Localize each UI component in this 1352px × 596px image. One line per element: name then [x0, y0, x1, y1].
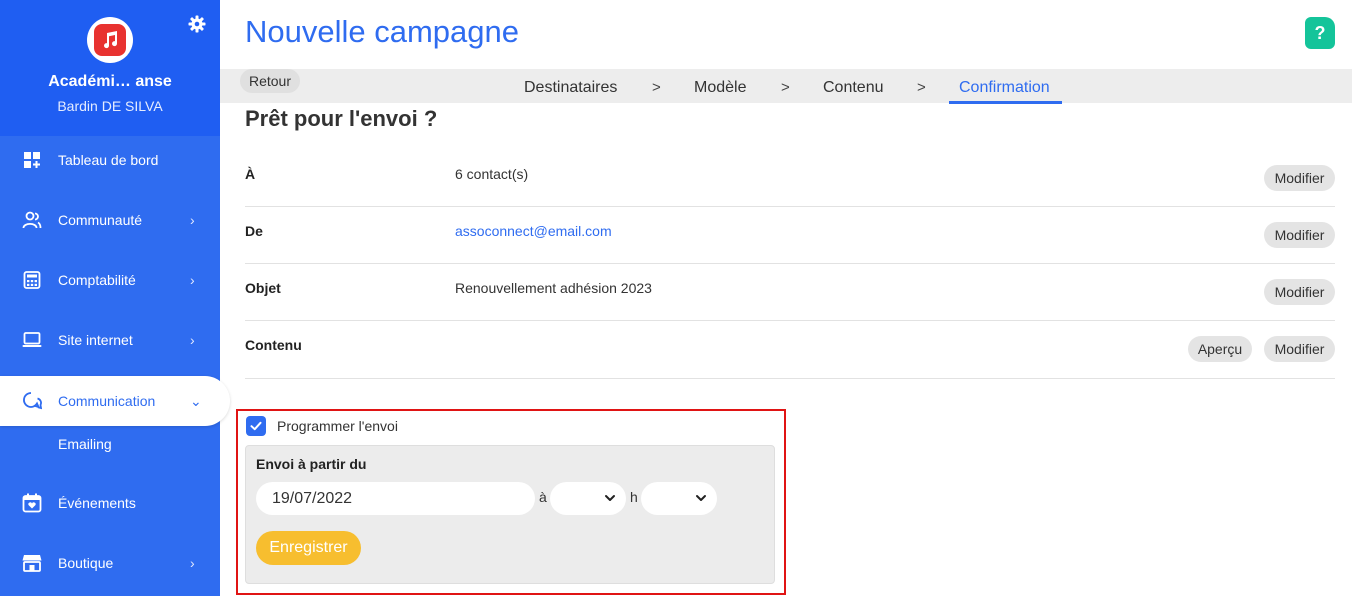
- modify-subject-button[interactable]: Modifier: [1264, 279, 1335, 305]
- app: Académi… anse Bardin DE SILVA Tableau de…: [0, 0, 1352, 596]
- sidebar-header: Académi… anse Bardin DE SILVA: [0, 0, 220, 136]
- step-recipients[interactable]: Destinataires: [524, 79, 617, 97]
- sidebar-item-label: Boutique: [58, 555, 114, 571]
- step-confirmation[interactable]: Confirmation: [959, 79, 1050, 97]
- sidebar-item-website[interactable]: Site internet ›: [0, 312, 220, 368]
- chevron-right-icon: ›: [190, 212, 195, 228]
- step-template[interactable]: Modèle: [694, 79, 746, 97]
- back-button[interactable]: Retour: [240, 69, 300, 93]
- schedule-checkbox[interactable]: [246, 416, 266, 436]
- step-separator: >: [781, 79, 790, 96]
- step-content[interactable]: Contenu: [823, 79, 884, 97]
- sidebar: Académi… anse Bardin DE SILVA Tableau de…: [0, 0, 230, 596]
- help-button[interactable]: ?: [1305, 17, 1335, 49]
- calendar-icon: [22, 493, 42, 513]
- user-name: Bardin DE SILVA: [57, 98, 163, 114]
- row-value-subject: Renouvellement adhésion 2023: [455, 280, 652, 296]
- chevron-right-icon: ›: [190, 332, 195, 348]
- sidebar-item-communication[interactable]: Communication ⌄: [0, 376, 230, 426]
- sidebar-subitem-emailing[interactable]: Emailing: [58, 436, 112, 452]
- minute-select[interactable]: [641, 482, 717, 515]
- sidebar-item-community[interactable]: Communauté ›: [0, 192, 220, 248]
- sidebar-item-events[interactable]: Événements: [0, 475, 220, 531]
- sidebar-item-shop[interactable]: Boutique ›: [0, 535, 220, 591]
- divider: [245, 263, 1335, 264]
- active-step-indicator: [949, 101, 1062, 104]
- row-label-subject: Objet: [245, 280, 281, 296]
- save-button[interactable]: Enregistrer: [256, 531, 361, 565]
- chevron-down-icon: ⌄: [190, 392, 202, 409]
- schedule-date-input[interactable]: 19/07/2022: [256, 482, 535, 515]
- gear-icon[interactable]: [187, 14, 207, 34]
- laptop-icon: [22, 330, 42, 350]
- row-label-content: Contenu: [245, 337, 302, 353]
- divider: [245, 206, 1335, 207]
- chevron-right-icon: ›: [190, 272, 195, 288]
- modify-from-button[interactable]: Modifier: [1264, 222, 1335, 248]
- step-separator: >: [917, 79, 926, 96]
- chat-icon: [22, 391, 42, 411]
- chevron-down-icon: [696, 495, 706, 501]
- shop-icon: [22, 553, 42, 573]
- sidebar-item-accounting[interactable]: Comptabilité ›: [0, 252, 220, 308]
- sidebar-item-label: Comptabilité: [58, 272, 136, 288]
- org-avatar[interactable]: [87, 17, 133, 63]
- divider: [245, 378, 1335, 379]
- h-label: h: [630, 489, 638, 505]
- hour-select[interactable]: [550, 482, 626, 515]
- chevron-down-icon: [605, 495, 615, 501]
- check-icon: [250, 421, 262, 431]
- row-value-to: 6 contact(s): [455, 166, 529, 182]
- schedule-date-label: Envoi à partir du: [256, 456, 367, 472]
- chevron-right-icon: ›: [190, 555, 195, 571]
- music-note-icon: [94, 24, 126, 56]
- schedule-checkbox-label[interactable]: Programmer l'envoi: [277, 418, 398, 434]
- sidebar-item-label: Site internet: [58, 332, 133, 348]
- sidebar-item-label: Événements: [58, 495, 136, 511]
- at-label: à: [539, 489, 547, 505]
- step-separator: >: [652, 79, 661, 96]
- people-icon: [22, 210, 42, 230]
- divider: [245, 320, 1335, 321]
- modify-to-button[interactable]: Modifier: [1264, 165, 1335, 191]
- row-label-from: De: [245, 223, 263, 239]
- sidebar-item-dashboard[interactable]: Tableau de bord: [0, 132, 220, 188]
- calculator-icon: [22, 270, 42, 290]
- sidebar-item-label: Communauté: [58, 212, 143, 228]
- section-title: Prêt pour l'envoi ?: [245, 106, 438, 131]
- preview-button[interactable]: Aperçu: [1188, 336, 1252, 362]
- dashboard-icon: [22, 150, 42, 170]
- org-name: Académi… anse: [48, 73, 172, 90]
- modify-content-button[interactable]: Modifier: [1264, 336, 1335, 362]
- help-icon: ?: [1314, 22, 1326, 43]
- sidebar-item-label: Communication: [58, 393, 156, 409]
- row-label-to: À: [245, 166, 256, 182]
- page-title: Nouvelle campagne: [245, 14, 520, 49]
- sidebar-item-label: Tableau de bord: [58, 152, 159, 168]
- row-value-from[interactable]: assoconnect@email.com: [455, 223, 612, 239]
